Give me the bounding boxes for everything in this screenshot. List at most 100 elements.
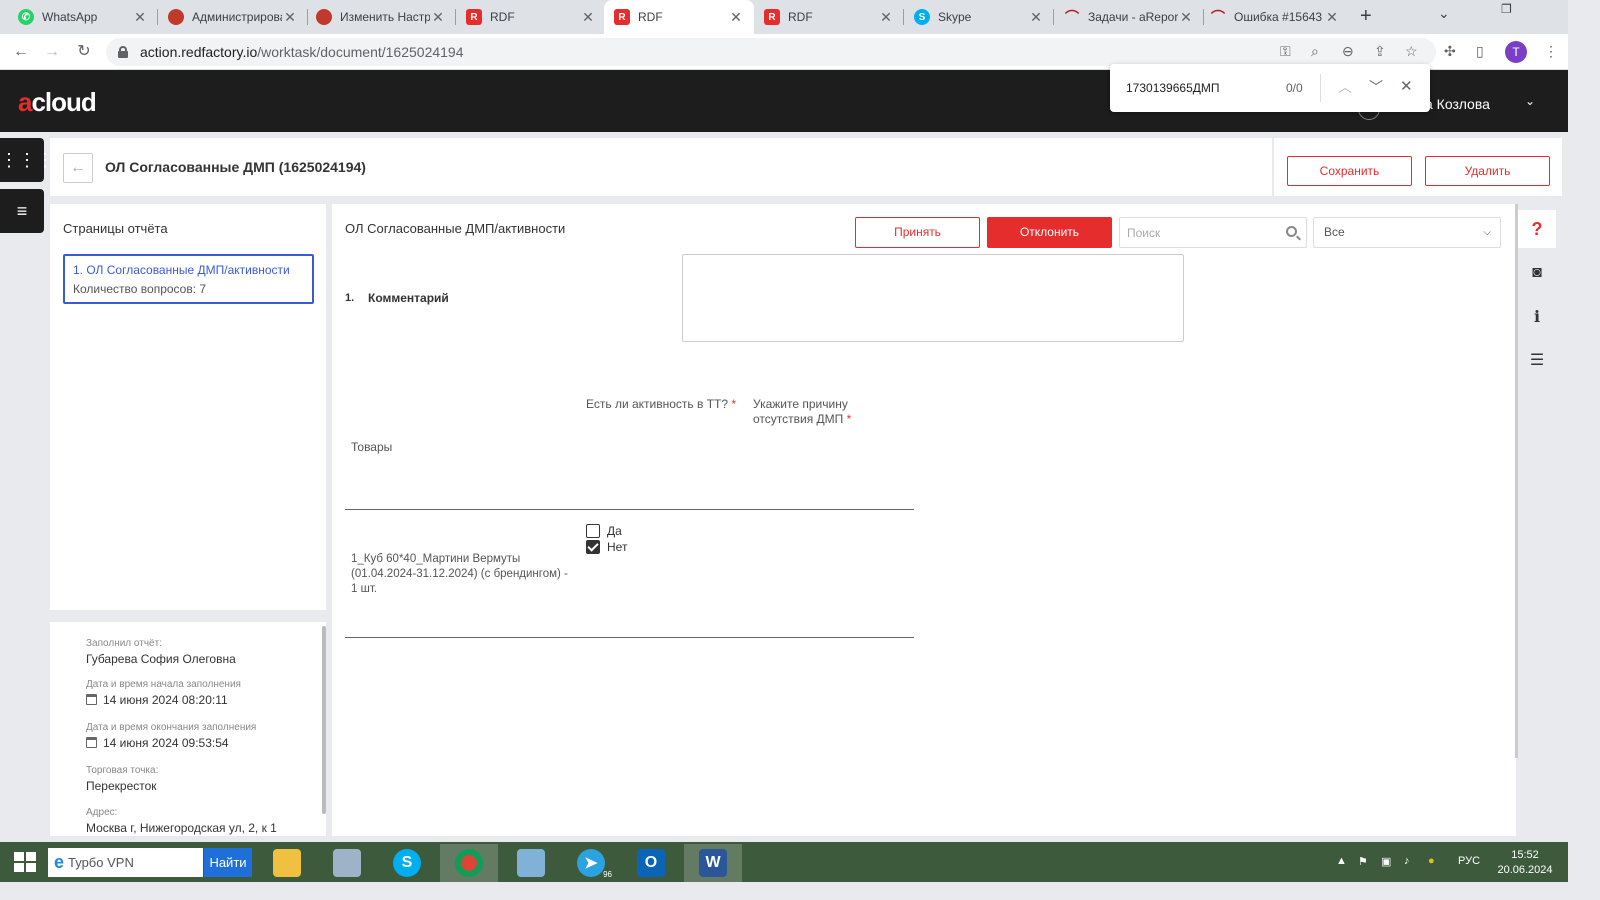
tab-title: Задачи - aReport: [1088, 10, 1178, 24]
taskbar-find-button[interactable]: Найти: [204, 848, 252, 877]
acloud-logo[interactable]: acloud: [18, 87, 97, 118]
taskbar-search-text: Турбо VPN: [68, 855, 134, 870]
url-path: /worktask/document/1625024194: [257, 44, 464, 60]
checkbox-yes[interactable]: [586, 524, 600, 538]
tray-expand-icon[interactable]: ▲: [1336, 855, 1347, 867]
tab-rdf-3[interactable]: R RDF ✕: [754, 0, 904, 34]
reject-button[interactable]: Отклонить: [987, 217, 1112, 248]
extensions-icon[interactable]: ✣: [1444, 43, 1456, 60]
close-tab-icon[interactable]: ✕: [580, 9, 596, 26]
close-tab-icon[interactable]: ✕: [1028, 9, 1044, 26]
find-count: 0/0: [1286, 81, 1303, 95]
end-date-label: Дата и время окончания заполнения: [86, 722, 257, 733]
tab-title: Изменить Настройки: [340, 10, 430, 24]
notes-icon[interactable]: [502, 844, 560, 882]
tab-whatsapp[interactable]: ✆ WhatsApp ✕: [8, 0, 158, 34]
vpn-icon[interactable]: ●: [1428, 855, 1435, 867]
chevron-down-icon[interactable]: ⌄: [1525, 94, 1535, 108]
flag-icon[interactable]: ⚑: [1358, 855, 1368, 868]
chrome-icon[interactable]: [440, 844, 498, 882]
zoom-icon[interactable]: ⊖: [1342, 43, 1354, 60]
outlook-icon[interactable]: O: [622, 844, 680, 882]
volume-icon[interactable]: ♪: [1404, 855, 1410, 867]
language-indicator[interactable]: РУС: [1458, 855, 1480, 867]
option-no[interactable]: Нет: [586, 540, 627, 554]
share-icon[interactable]: ⇪: [1374, 43, 1386, 60]
start-date-value: 14 июня 2024 08:20:11: [103, 693, 228, 707]
redmine-icon: ⌒: [1065, 9, 1079, 25]
forward-icon[interactable]: →: [40, 40, 64, 64]
find-input[interactable]: 1730139665ДМП: [1126, 81, 1220, 95]
address-label: Адрес:: [86, 807, 118, 818]
clock-time: 15:52: [1511, 849, 1539, 861]
clock-date: 20.06.2024: [1497, 864, 1553, 876]
menu-kebab-icon[interactable]: ⋮: [1544, 43, 1558, 60]
report-page-count: Количество вопросов: 7: [73, 282, 207, 296]
find-close-icon[interactable]: ✕: [1400, 77, 1413, 95]
network-icon[interactable]: ▣: [1381, 855, 1391, 868]
report-page-item[interactable]: 1. ОЛ Согласованные ДМП/активности Колич…: [63, 254, 314, 304]
report-pages-panel: Страницы отчёта 1. ОЛ Согласованные ДМП/…: [50, 204, 326, 610]
main-content: ОЛ Согласованные ДМП/активности Принять …: [332, 204, 1516, 836]
camera-icon[interactable]: ◙: [1518, 254, 1556, 292]
close-tab-icon[interactable]: ✕: [878, 9, 894, 26]
explorer-icon[interactable]: [258, 844, 316, 882]
profile-avatar[interactable]: T: [1505, 41, 1527, 63]
close-tab-icon[interactable]: ✕: [728, 9, 744, 26]
back-button[interactable]: ←: [63, 153, 93, 183]
close-tab-icon[interactable]: ✕: [132, 9, 148, 26]
tab-rdf-active[interactable]: R RDF ✕: [604, 0, 754, 34]
apps-grid-icon[interactable]: ⋮⋮⋮: [0, 138, 54, 182]
restore-window-icon[interactable]: ❐: [1501, 2, 1512, 16]
rdf-icon: R: [764, 9, 780, 25]
accept-button[interactable]: Принять: [855, 217, 980, 248]
address-bar[interactable]: action.redfactory.io/worktask/document/1…: [106, 38, 1436, 66]
close-tab-icon[interactable]: ✕: [1324, 9, 1340, 26]
find-next-icon[interactable]: ﹀: [1369, 77, 1383, 97]
close-tab-icon[interactable]: ✕: [1178, 9, 1194, 26]
tab-admin[interactable]: Администрирование ✕: [158, 0, 308, 34]
redmine-icon: ⌒: [1211, 9, 1225, 25]
document-actions: Сохранить Удалить: [1274, 138, 1562, 196]
skype-icon[interactable]: S: [378, 844, 436, 882]
search-icon[interactable]: [1286, 226, 1297, 237]
lock-icon: [118, 46, 128, 58]
user-name[interactable]: а Козлова: [1425, 96, 1490, 112]
find-prev-icon[interactable]: ︿: [1338, 77, 1352, 97]
search-input[interactable]: [1120, 218, 1270, 247]
filter-select[interactable]: Все ⌵: [1313, 217, 1501, 248]
bookmark-star-icon[interactable]: ☆: [1405, 43, 1418, 60]
hamburger-menu-icon[interactable]: ≡: [0, 189, 44, 233]
delete-button[interactable]: Удалить: [1425, 156, 1550, 186]
tab-settings[interactable]: Изменить Настройки ✕: [306, 0, 456, 34]
report-page-title: 1. ОЛ Согласованные ДМП/активности: [73, 263, 290, 277]
telegram-icon[interactable]: ➤ 96: [562, 844, 620, 882]
comment-textarea[interactable]: [682, 254, 1184, 342]
tab-tasks[interactable]: ⌒ Задачи - aReport ✕: [1054, 0, 1204, 34]
sidepanel-icon[interactable]: ▯: [1476, 43, 1484, 60]
find-icon[interactable]: ⌕: [1311, 43, 1319, 60]
taskbar-search[interactable]: e Турбо VPN: [48, 848, 203, 877]
windows-start-icon[interactable]: [14, 852, 36, 872]
key-icon[interactable]: ⚿: [1280, 43, 1291, 60]
back-icon[interactable]: ←: [9, 40, 33, 64]
word-icon[interactable]: W: [684, 844, 742, 882]
new-tab-button[interactable]: +: [1360, 5, 1372, 28]
info-scrollbar[interactable]: [322, 626, 326, 814]
close-tab-icon[interactable]: ✕: [430, 9, 446, 26]
tab-skype[interactable]: S Skype ✕: [904, 0, 1054, 34]
list-icon[interactable]: ☰: [1518, 342, 1556, 380]
calculator-icon[interactable]: [318, 844, 376, 882]
tab-error[interactable]: ⌒ Ошибка #15643 ✕: [1200, 0, 1350, 34]
close-tab-icon[interactable]: ✕: [282, 9, 298, 26]
save-button[interactable]: Сохранить: [1287, 156, 1412, 186]
reload-icon[interactable]: ↻: [72, 40, 96, 64]
tab-rdf-1[interactable]: R RDF ✕: [456, 0, 606, 34]
option-yes[interactable]: Да: [586, 524, 622, 538]
taskbar-clock[interactable]: 15:52 20.06.2024: [1490, 848, 1560, 878]
info-icon[interactable]: i: [1518, 298, 1556, 336]
tab-list-icon[interactable]: ⌄: [1438, 5, 1450, 22]
help-icon[interactable]: ?: [1518, 210, 1556, 248]
checkbox-no[interactable]: [586, 540, 600, 554]
rdf-icon: R: [466, 9, 482, 25]
